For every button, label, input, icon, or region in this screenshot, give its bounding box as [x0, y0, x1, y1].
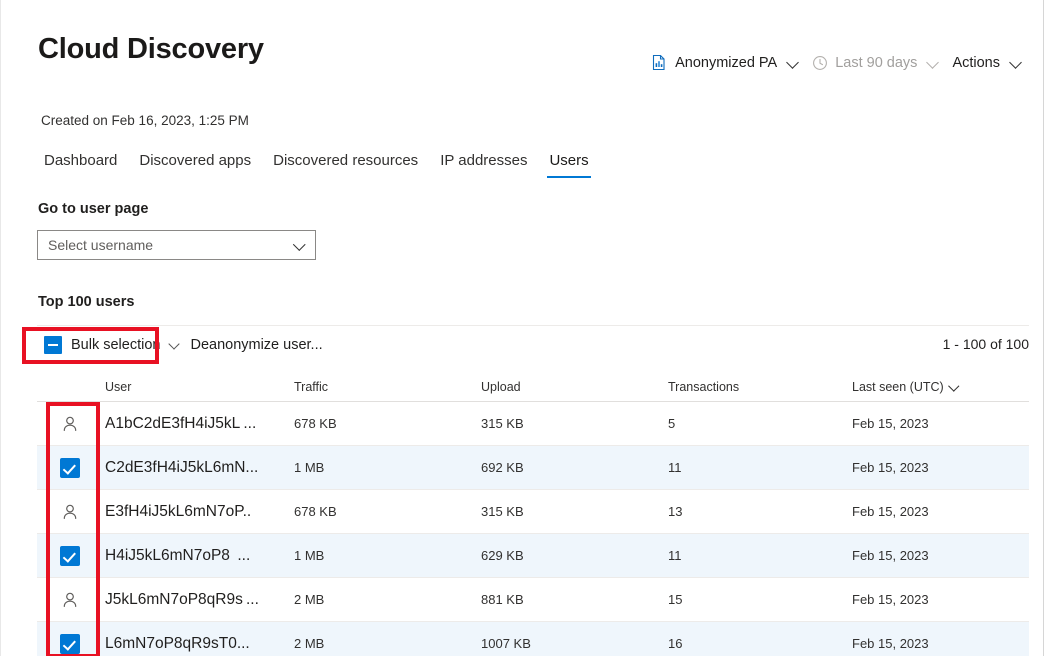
person-icon: [60, 414, 80, 434]
deanonymize-user-label: Deanonymize user...: [190, 337, 322, 353]
select-username-dropdown[interactable]: Select username: [37, 230, 316, 260]
command-bar-left: Bulk selection Deanonymize user...: [37, 333, 330, 357]
select-username-value: Select username: [48, 237, 294, 253]
page-header: Cloud Discovery Anonymized PA: [1, 0, 1043, 96]
row-select-cell[interactable]: [37, 634, 103, 654]
cell-last-seen: Feb 15, 2023: [850, 460, 1029, 475]
row-checkbox-checked-icon[interactable]: [60, 634, 80, 654]
cell-last-seen: Feb 15, 2023: [850, 636, 1029, 651]
date-range-label: Last 90 days: [835, 55, 917, 71]
person-icon: [60, 502, 80, 522]
table-body: A1bC2dE3fH4iJ5kL ... 678 KB 315 KB 5 Feb…: [37, 402, 1029, 656]
actions-label: Actions: [952, 55, 1000, 71]
users-table: User Traffic Upload Transactions Last se…: [37, 372, 1029, 656]
report-selector-dropdown[interactable]: Anonymized PA: [645, 51, 806, 74]
cell-traffic: 678 KB: [292, 416, 479, 431]
column-header-upload[interactable]: Upload: [479, 380, 666, 394]
cell-upload: 692 KB: [479, 460, 666, 475]
bulk-selection-checkbox-icon[interactable]: [44, 336, 62, 354]
row-select-cell[interactable]: [37, 546, 103, 566]
row-select-cell[interactable]: [37, 590, 103, 610]
cell-upload: 881 KB: [479, 592, 666, 607]
cell-upload: 315 KB: [479, 504, 666, 519]
sort-descending-icon: [949, 381, 960, 392]
cell-user: C2dE3fH4iJ5kL6mN...: [103, 459, 292, 477]
tab-users[interactable]: Users: [538, 152, 599, 178]
chevron-down-icon: [1010, 56, 1023, 69]
cell-user: L6mN7oP8qR9sT0...: [103, 635, 292, 653]
cell-transactions: 16: [666, 636, 850, 651]
bulk-selection-label: Bulk selection: [71, 337, 160, 353]
cell-upload: 629 KB: [479, 548, 666, 563]
column-header-last-seen[interactable]: Last seen (UTC): [850, 380, 1029, 394]
table-row[interactable]: H4iJ5kL6mN7oP8 ... 1 MB 629 KB 11 Feb 15…: [37, 534, 1029, 578]
table-row[interactable]: E3fH4iJ5kL6mN7oP.. 678 KB 315 KB 13 Feb …: [37, 490, 1029, 534]
cell-last-seen: Feb 15, 2023: [850, 592, 1029, 607]
cell-traffic: 678 KB: [292, 504, 479, 519]
row-checkbox-checked-icon[interactable]: [60, 458, 80, 478]
cell-transactions: 5: [666, 416, 850, 431]
column-header-last-seen-label: Last seen (UTC): [852, 380, 944, 394]
table-row[interactable]: L6mN7oP8qR9sT0... 2 MB 1007 KB 16 Feb 15…: [37, 622, 1029, 656]
cell-traffic: 2 MB: [292, 636, 479, 651]
cell-last-seen: Feb 15, 2023: [850, 416, 1029, 431]
tab-dashboard[interactable]: Dashboard: [39, 152, 128, 178]
cell-traffic: 1 MB: [292, 460, 479, 475]
command-bar: Bulk selection Deanonymize user... 1 - 1…: [37, 325, 1029, 366]
tab-discovered-resources[interactable]: Discovered resources: [262, 152, 429, 178]
bulk-selection-button[interactable]: Bulk selection: [37, 333, 167, 357]
clock-icon: [812, 55, 828, 71]
table-header-row: User Traffic Upload Transactions Last se…: [37, 372, 1029, 402]
row-select-cell[interactable]: [37, 458, 103, 478]
section-title: Top 100 users: [38, 294, 134, 310]
range-count: 1 - 100 of 100: [943, 336, 1029, 352]
tab-bar: Dashboard Discovered apps Discovered res…: [39, 152, 600, 178]
table-row[interactable]: J5kL6mN7oP8qR9s ... 2 MB 881 KB 15 Feb 1…: [37, 578, 1029, 622]
deanonymize-user-button[interactable]: Deanonymize user...: [183, 334, 329, 356]
cell-user: E3fH4iJ5kL6mN7oP..: [103, 503, 292, 521]
cell-transactions: 11: [666, 548, 850, 563]
date-range-dropdown[interactable]: Last 90 days: [806, 52, 946, 74]
cell-last-seen: Feb 15, 2023: [850, 504, 1029, 519]
column-header-transactions[interactable]: Transactions: [666, 380, 850, 394]
report-selector-label: Anonymized PA: [675, 55, 777, 71]
table-row[interactable]: C2dE3fH4iJ5kL6mN... 1 MB 692 KB 11 Feb 1…: [37, 446, 1029, 490]
column-header-traffic[interactable]: Traffic: [292, 380, 479, 394]
column-header-user[interactable]: User: [103, 380, 292, 394]
row-select-cell[interactable]: [37, 502, 103, 522]
tab-discovered-apps[interactable]: Discovered apps: [128, 152, 262, 178]
actions-dropdown[interactable]: Actions: [946, 52, 1029, 74]
report-bar-chart-icon: [651, 54, 668, 71]
cell-upload: 315 KB: [479, 416, 666, 431]
cell-user: A1bC2dE3fH4iJ5kL ...: [103, 415, 292, 433]
bulk-selection-chevron-down-icon[interactable]: [169, 339, 181, 351]
chevron-down-icon: [787, 56, 800, 69]
page-title: Cloud Discovery: [38, 33, 264, 66]
cell-transactions: 13: [666, 504, 850, 519]
header-actions: Anonymized PA Last 90 days Actions: [645, 51, 1029, 74]
cell-upload: 1007 KB: [479, 636, 666, 651]
chevron-down-icon: [294, 239, 306, 251]
cell-user: H4iJ5kL6mN7oP8 ...: [103, 547, 292, 565]
chevron-down-icon: [927, 56, 940, 69]
cloud-discovery-page: Cloud Discovery Anonymized PA: [0, 0, 1044, 656]
row-checkbox-checked-icon[interactable]: [60, 546, 80, 566]
cell-traffic: 1 MB: [292, 548, 479, 563]
cell-transactions: 15: [666, 592, 850, 607]
tab-ip-addresses[interactable]: IP addresses: [429, 152, 538, 178]
cell-transactions: 11: [666, 460, 850, 475]
cell-last-seen: Feb 15, 2023: [850, 548, 1029, 563]
row-select-cell[interactable]: [37, 414, 103, 434]
cell-user: J5kL6mN7oP8qR9s ...: [103, 591, 292, 609]
go-to-user-page-label: Go to user page: [38, 201, 148, 217]
person-icon: [60, 590, 80, 610]
table-row[interactable]: A1bC2dE3fH4iJ5kL ... 678 KB 315 KB 5 Feb…: [37, 402, 1029, 446]
cell-traffic: 2 MB: [292, 592, 479, 607]
created-on-text: Created on Feb 16, 2023, 1:25 PM: [41, 113, 249, 128]
